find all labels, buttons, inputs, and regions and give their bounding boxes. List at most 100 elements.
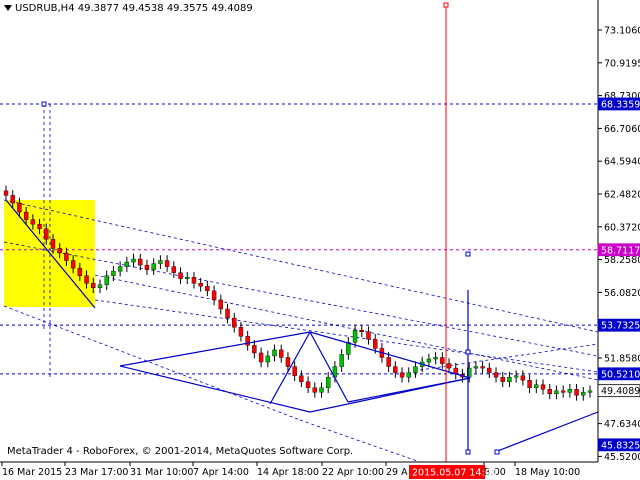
candle-bear (292, 366, 297, 376)
candle-bull (326, 376, 331, 388)
candle-bull (352, 330, 358, 343)
candle-bear (574, 389, 579, 396)
dropdown-triangle-icon[interactable] (4, 5, 12, 11)
line-anchor[interactable] (41, 101, 47, 107)
line-anchor[interactable] (465, 449, 471, 455)
candle-bear (57, 248, 62, 254)
candle-bear (178, 272, 183, 279)
candle-bear (446, 363, 452, 369)
candle-bear (520, 375, 526, 381)
candle-bull (413, 366, 418, 373)
candle-bear (279, 349, 284, 358)
price-tick-label: 56.0820 (604, 288, 640, 299)
price-tick-label: 51.8580 (604, 354, 640, 365)
candle-bear (285, 357, 291, 367)
candle-bull (534, 384, 539, 388)
line-anchor[interactable] (494, 449, 500, 455)
candle-bull (513, 375, 519, 378)
candle-bear (399, 372, 405, 378)
candle-bear (547, 389, 552, 395)
price-tick-label: 62.4820 (604, 190, 640, 201)
candle-bear (138, 258, 143, 266)
price-chart[interactable]: 73.106070.919568.730066.706064.594062.48… (0, 0, 640, 480)
candle-bull (151, 263, 156, 270)
candle-bull (319, 387, 324, 393)
candle-bear (480, 366, 485, 369)
candle-bear (91, 283, 96, 289)
candle-bear (232, 317, 237, 328)
candle-bull (581, 392, 586, 396)
level-badge-label: 53.7325 (601, 321, 640, 332)
candle-bull (339, 354, 344, 367)
time-tick-label: 31 Mar 10:00 (130, 467, 193, 478)
price-tick-label: 64.5940 (604, 157, 640, 168)
candle-bear (372, 339, 378, 349)
time-tick-label: 22 Apr 10:00 (322, 467, 384, 478)
candle-bear (312, 387, 317, 393)
candle-bear (198, 283, 203, 287)
candle-bear (393, 366, 398, 373)
symbol-timeframe: USDRUB,H4 (15, 3, 75, 14)
chart-window[interactable]: 73.1060 70.9195 68.7300 66.7060 64.5940 62.48… (0, 0, 640, 480)
candle-bear (211, 290, 217, 301)
candle-bear (3, 190, 9, 196)
candle-bull (426, 358, 432, 363)
candle-bull (587, 390, 593, 393)
copyright-label: MetaTrader 4 - RoboForex, © 2001-2014, M… (6, 446, 355, 457)
candle-bull (131, 258, 136, 263)
candle-bull (473, 366, 479, 369)
candle-bear (17, 202, 22, 213)
level-badge-label: 45.8325 (601, 440, 640, 451)
line-anchor[interactable] (465, 349, 471, 355)
candle-bull (111, 270, 116, 276)
time-tick-label: 18 May 10:00 (515, 467, 580, 478)
time-tick-label: 29 A (386, 467, 408, 478)
price-tick-label: 66.7060 (604, 124, 640, 135)
chart-background (0, 0, 640, 480)
candle-bear (84, 275, 89, 284)
price-tick-label: 58.2580 (604, 255, 640, 266)
candle-bear (540, 384, 546, 390)
price-tick-label: 60.3720 (604, 222, 640, 233)
ohlc-values: 49.3877 49.4538 49.3575 49.4089 (77, 3, 253, 14)
candle-bear (493, 372, 499, 378)
candle-bear (305, 381, 311, 388)
candle-bull (97, 284, 103, 289)
candle-bear (218, 299, 224, 310)
date-tag-label: 2015.05.07 14:00 (412, 468, 497, 479)
candle-bear (299, 375, 304, 382)
candle-bear (440, 357, 445, 364)
time-tick-label: 23 Mar 17:00 (65, 467, 128, 478)
candle-bull (265, 355, 270, 363)
candle-bear (164, 260, 170, 267)
candle-bull (185, 277, 190, 279)
candle-bear (258, 352, 264, 363)
price-tick-label: 45.5200 (604, 452, 640, 463)
candle-bear (487, 367, 492, 373)
candle-bull (507, 376, 512, 382)
candle-bear (171, 266, 177, 273)
level-badge-label: 68.3359 (601, 99, 640, 110)
candle-bear (64, 252, 69, 261)
price-tick-label: 47.6340 (604, 419, 640, 430)
candle-bull (433, 357, 438, 360)
candle-bull (346, 342, 351, 355)
time-tick-label: 14 Apr 18:00 (257, 467, 319, 478)
candle-bear (238, 326, 244, 337)
candle-bear (366, 331, 371, 340)
candle-bull (272, 349, 277, 357)
candle-bear (500, 376, 505, 382)
candle-bull (406, 372, 411, 378)
candle-bear (144, 264, 150, 270)
time-tick-label: 16 Mar 2015 (2, 467, 62, 478)
candle-bear (527, 380, 532, 388)
time-line-handle[interactable] (443, 2, 449, 8)
candle-bear (70, 260, 76, 269)
candle-bear (560, 390, 566, 393)
candle-bear (30, 219, 36, 225)
chart-header: USDRUB,H4 49.3877 49.4538 49.3575 49.408… (4, 3, 253, 14)
line-anchor[interactable] (465, 251, 471, 257)
candle-bull (124, 261, 130, 267)
price-tick-label: 73.1060 (604, 26, 640, 37)
candle-bear (252, 345, 257, 354)
